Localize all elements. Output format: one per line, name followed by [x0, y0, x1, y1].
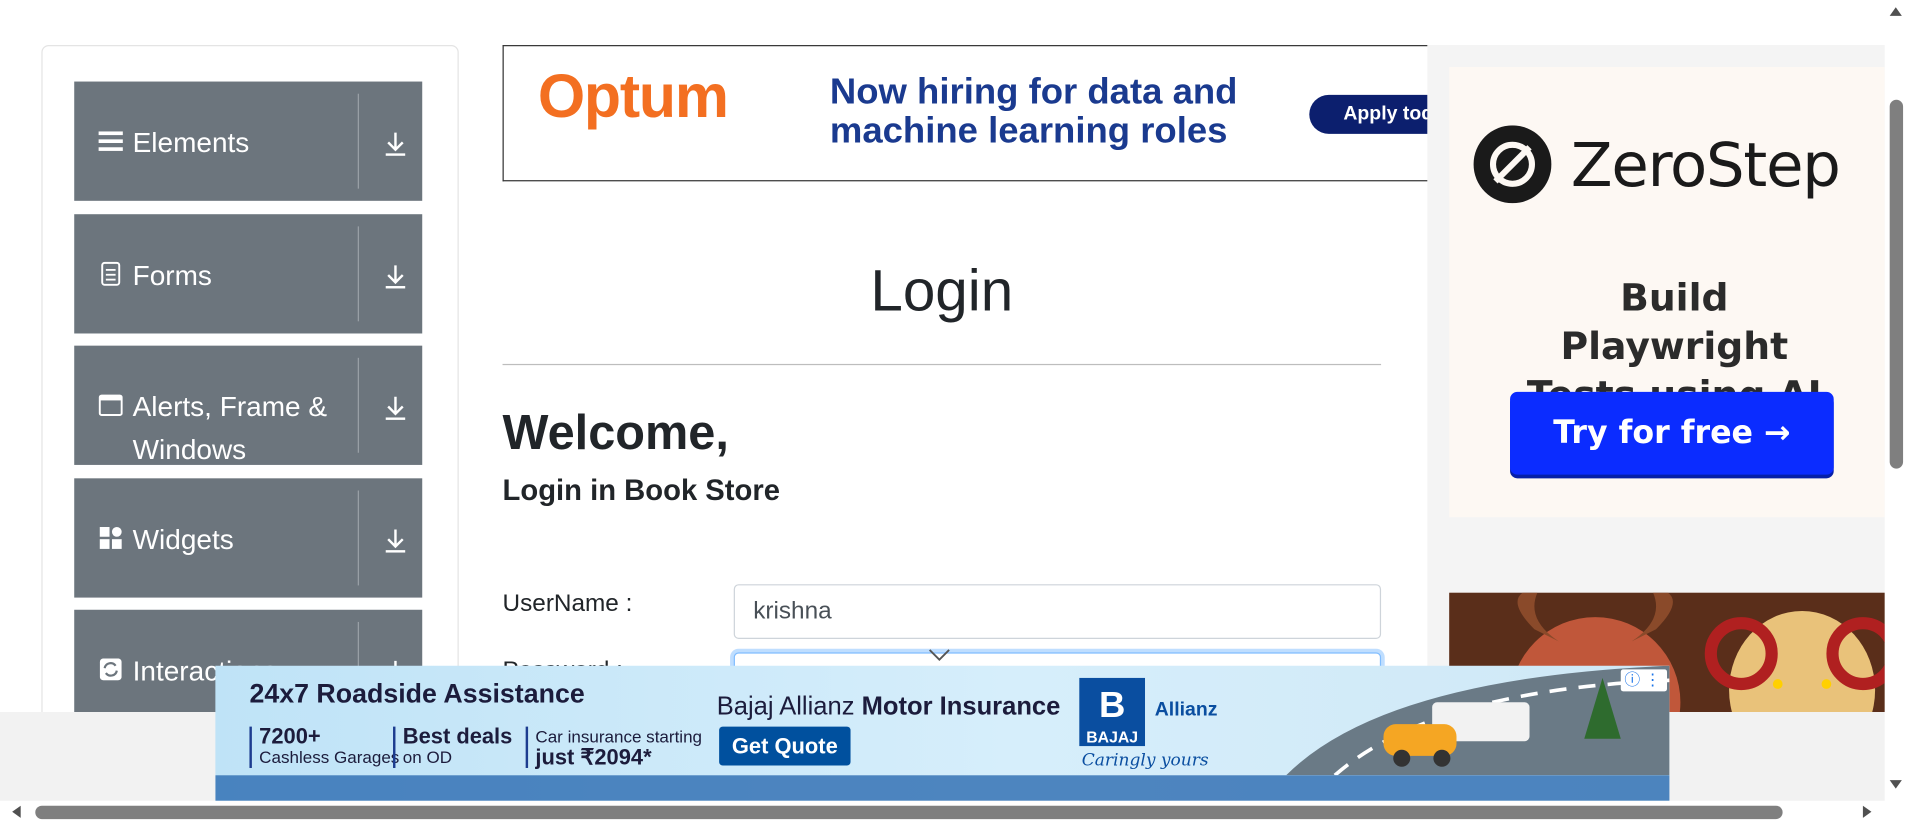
optum-logo: Optum — [537, 62, 729, 131]
right-ad[interactable]: ZeroStep Build Playwright Tests using AI… — [1427, 45, 1885, 713]
window-icon — [98, 393, 123, 417]
ad-fine-print — [215, 775, 1670, 801]
divider — [357, 357, 359, 453]
username-label: UserName : — [502, 590, 633, 618]
ad-stat-price: Car insurance starting just ₹2094* — [525, 726, 702, 770]
ad-stat-garages: 7200+ Cashless Garages — [249, 724, 400, 768]
bajaj-logo: B BAJAJ — [1079, 677, 1146, 747]
download-arrow-icon[interactable] — [383, 527, 407, 554]
stat-caption: Cashless Garages — [259, 747, 400, 767]
top-ad-banner[interactable]: Optum Now hiring for data and machine le… — [502, 45, 1429, 182]
scroll-right-icon[interactable] — [1862, 805, 1874, 820]
brand-prefix: Bajaj Allianz — [716, 692, 862, 721]
ad-stat-deals: Best deals on OD — [393, 724, 513, 768]
ad-choices-icon[interactable]: ⓘ ⋮ — [1620, 669, 1668, 692]
try-for-free-button[interactable]: Try for free → — [1510, 391, 1834, 475]
ad-road-graphic — [1286, 665, 1670, 776]
get-quote-button[interactable]: Get Quote — [719, 726, 851, 766]
hamburger-icon — [98, 129, 123, 153]
divider — [357, 490, 359, 586]
download-arrow-icon[interactable] — [383, 263, 407, 290]
username-input[interactable] — [733, 584, 1382, 639]
sidebar-item-forms[interactable]: Forms — [74, 214, 423, 334]
ad-brand: Bajaj Allianz Motor Insurance — [717, 693, 1061, 722]
sidebar-item-label: Elements — [132, 126, 250, 159]
sidebar-item-alerts[interactable]: Alerts, Frame & Windows — [74, 345, 423, 465]
sidebar-item-label: Widgets — [132, 523, 234, 555]
page-title: Login — [870, 259, 1014, 324]
vertical-scroll-thumb[interactable] — [1889, 99, 1904, 469]
ad-headline: Now hiring for data and machine learning… — [829, 71, 1238, 151]
title-divider — [502, 363, 1382, 366]
bajaj-logo-text: BAJAJ — [1086, 727, 1139, 747]
horizontal-scroll-thumb[interactable] — [35, 805, 1783, 820]
stat-value: Best deals — [402, 724, 513, 749]
divider — [357, 226, 359, 322]
zerostep-logo-icon — [1473, 125, 1552, 204]
bajaj-ad-banner[interactable]: 24x7 Roadside Assistance 7200+ Cashless … — [215, 665, 1670, 801]
allianz-logo: Allianz — [1154, 699, 1218, 721]
divider — [357, 93, 359, 189]
sidebar-item-label: Forms — [132, 259, 212, 291]
sidebar-item-elements[interactable]: Elements — [74, 81, 423, 201]
stat-value: just ₹2094* — [535, 744, 652, 770]
ad-headline: 24x7 Roadside Assistance — [249, 677, 585, 709]
stat-caption: on OD — [402, 747, 453, 767]
scroll-left-icon[interactable] — [10, 805, 22, 820]
zerostep-ad-card[interactable]: ZeroStep Build Playwright Tests using AI… — [1449, 66, 1885, 518]
scroll-up-icon[interactable] — [1888, 5, 1903, 17]
login-subtitle: Login in Book Store — [502, 474, 780, 508]
zerostep-brand: ZeroStep — [1570, 130, 1841, 201]
collapse-chevron-icon[interactable] — [927, 647, 951, 662]
svg-text:B: B — [1099, 684, 1125, 724]
ad-slogan: Caringly yours — [1081, 750, 1209, 771]
download-arrow-icon[interactable] — [383, 130, 407, 157]
download-arrow-icon[interactable] — [383, 394, 407, 421]
scroll-down-icon[interactable] — [1888, 779, 1903, 791]
widgets-icon — [99, 526, 123, 550]
brand-product: Motor Insurance — [861, 692, 1061, 721]
sync-icon — [99, 657, 123, 681]
welcome-heading: Welcome, — [502, 406, 729, 461]
stat-value: 7200+ — [259, 724, 321, 749]
sidebar-item-label: Alerts, Frame & Windows — [132, 390, 328, 465]
sidebar-item-widgets[interactable]: Widgets — [74, 478, 423, 598]
apply-button[interactable]: Apply tod — [1309, 94, 1429, 134]
document-icon — [99, 261, 123, 286]
